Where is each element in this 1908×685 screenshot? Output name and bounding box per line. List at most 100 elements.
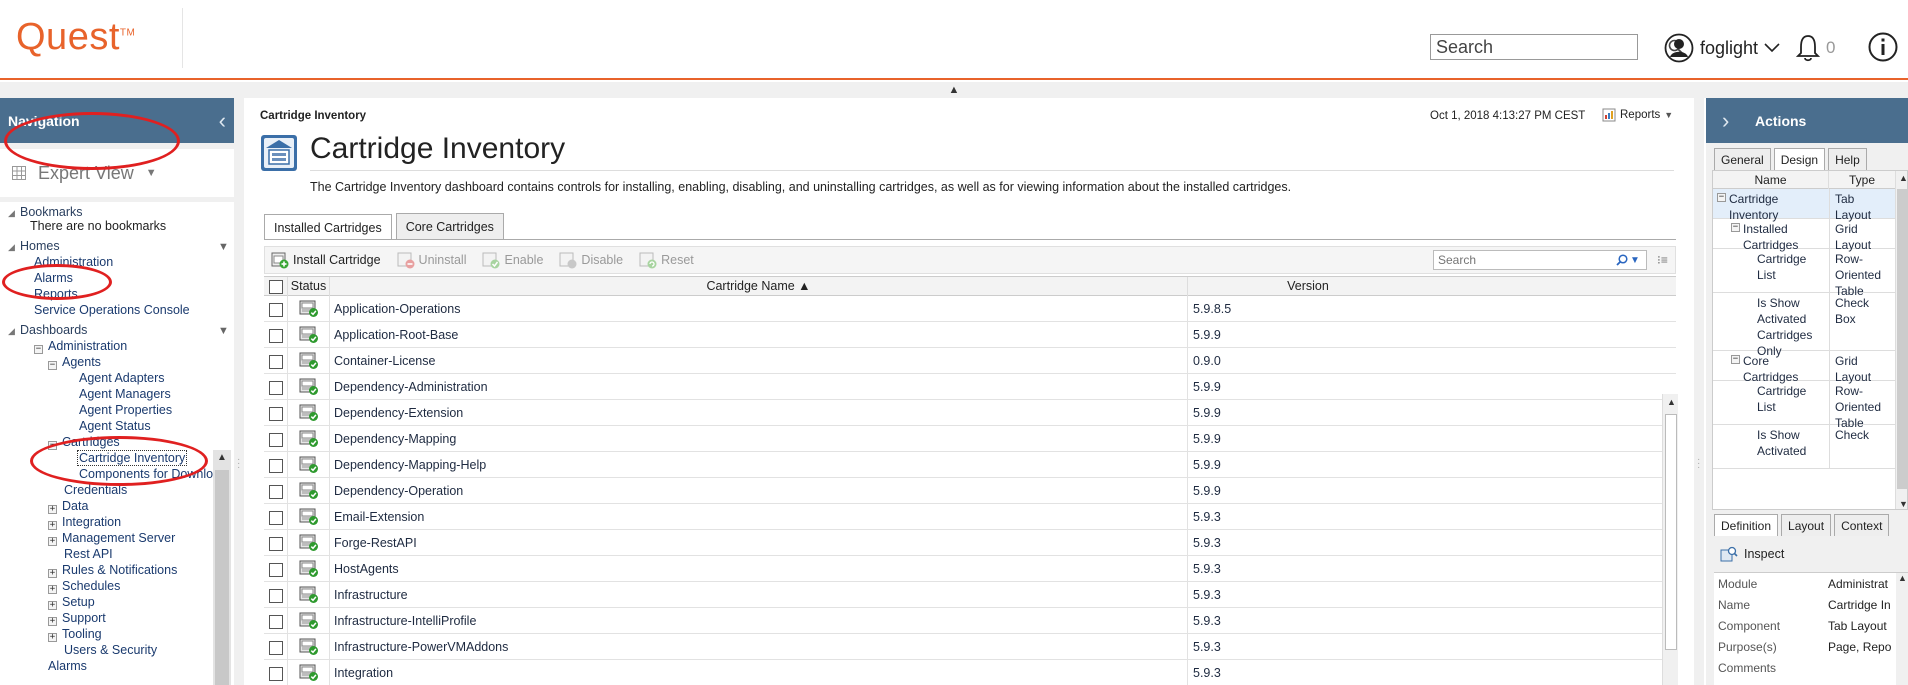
table-row[interactable]: Forge-RestAPI 5.9.3 [264,530,1676,556]
row-checkbox[interactable] [268,614,283,629]
table-row[interactable]: Email-Extension 5.9.3 [264,504,1676,530]
tree-item-schedules[interactable]: + Schedules [48,579,120,594]
design-tree-row[interactable]: Cartridge List Row-Oriented Table [1713,249,1907,298]
tree-item-agent-properties[interactable]: Agent Properties [79,403,172,418]
tree-item-users-security[interactable]: Users & Security [64,643,157,658]
info-icon[interactable] [1868,32,1898,62]
column-header-name[interactable]: Name [1713,171,1829,189]
tab-installed-cartridges[interactable]: Installed Cartridges [264,214,392,240]
design-table-scrollbar[interactable]: ▲ ▼ [1895,171,1907,509]
table-row[interactable]: Infrastructure-PowerVMAddons 5.9.3 [264,634,1676,660]
table-scroll-thumb[interactable] [1665,414,1677,650]
expand-actions-icon[interactable]: › [1722,110,1729,132]
expand-icon[interactable]: + [48,569,57,578]
row-checkbox[interactable] [268,666,283,681]
table-row[interactable]: Application-Root-Base 5.9.9 [264,322,1676,348]
disable-button[interactable]: Disable [559,251,623,269]
expand-icon[interactable]: + [48,537,57,546]
reports-menu[interactable]: Reports ▼ [1602,108,1673,122]
row-checkbox[interactable] [268,588,283,603]
nav-scroll-thumb[interactable] [215,470,229,685]
install-cartridge-button[interactable]: Install Cartridge [271,251,381,269]
column-header-cartridge-name[interactable]: Cartridge Name ▲ [330,277,1188,296]
row-checkbox[interactable] [268,640,283,655]
tab-context[interactable]: Context [1834,514,1890,536]
collapse-icon[interactable]: − [48,441,57,450]
tree-item-data[interactable]: + Data [48,499,88,514]
scroll-down-icon[interactable]: ▼ [1899,499,1907,509]
scroll-up-icon[interactable]: ▲ [1898,573,1907,583]
column-header-version[interactable]: Version [1188,277,1428,296]
tree-item-agent-managers[interactable]: Agent Managers [79,387,171,402]
tree-item-support[interactable]: + Support [48,611,106,626]
right-splitter[interactable]: · · · [1694,98,1704,685]
scroll-up-icon[interactable]: ▲ [1667,397,1676,407]
column-chooser-icon[interactable]: ⁝≡ [1657,253,1668,267]
column-header-type[interactable]: Type [1829,171,1895,189]
tab-help[interactable]: Help [1828,148,1867,170]
table-row[interactable]: Infrastructure-IntelliProfile 5.9.3 [264,608,1676,634]
tree-item-components-for-download[interactable]: Components for Downlo [79,467,213,482]
row-checkbox[interactable] [268,380,283,395]
expand-icon[interactable]: + [48,585,57,594]
select-all-checkbox[interactable] [268,279,283,294]
table-row[interactable]: Dependency-Mapping 5.9.9 [264,426,1676,452]
search-icon[interactable]: ▼ [1616,254,1646,266]
filter-icon[interactable]: ▼ [218,241,229,253]
quest-logo[interactable]: QuestTM [16,16,135,59]
scroll-up-icon[interactable]: ▲ [217,452,227,463]
reset-button[interactable]: Reset [639,251,694,269]
tree-item-alarms[interactable]: Alarms [48,659,87,674]
table-row[interactable]: Dependency-Mapping-Help 5.9.9 [264,452,1676,478]
collapse-icon[interactable]: − [1731,223,1740,232]
design-scroll-thumb[interactable] [1897,189,1907,489]
home-item-service-operations-console[interactable]: Service Operations Console [34,303,190,318]
tree-item-rest-api[interactable]: Rest API [64,547,113,562]
tree-item-management-server[interactable]: + Management Server [48,531,175,546]
tree-item-cartridges[interactable]: − Cartridges [48,435,120,450]
table-row[interactable]: Dependency-Extension 5.9.9 [264,400,1676,426]
scroll-up-icon[interactable]: ▲ [1899,173,1907,183]
collapse-icon[interactable]: − [34,345,43,354]
table-scrollbar[interactable]: ▲ [1662,394,1678,685]
uninstall-button[interactable]: Uninstall [397,251,466,269]
alerts-button[interactable]: 0 [1796,32,1835,64]
table-row[interactable]: Container-License 0.9.0 [264,348,1676,374]
design-tree-row[interactable]: − Cartridge Inventory Tab Layout [1713,189,1907,222]
row-checkbox[interactable] [268,536,283,551]
table-search-input[interactable] [1434,253,1616,267]
user-menu[interactable]: foglight [1664,32,1780,64]
tree-item-integration[interactable]: + Integration [48,515,121,530]
expand-icon[interactable]: + [48,601,57,610]
nav-scrollbar[interactable]: ▲ [213,450,231,685]
home-item-reports[interactable]: Reports [34,287,78,302]
table-row[interactable]: Integration 5.9.3 [264,660,1676,685]
row-checkbox[interactable] [268,432,283,447]
expand-icon[interactable]: + [48,633,57,642]
row-checkbox[interactable] [268,406,283,421]
filter-icon[interactable]: ▼ [218,325,229,337]
row-checkbox[interactable] [268,562,283,577]
tree-item-cartridge-inventory[interactable]: Cartridge Inventory [77,450,188,466]
design-tree-row[interactable]: − Core Cartridges Grid Layout [1713,351,1907,384]
collapse-icon[interactable]: − [1731,355,1740,364]
global-search-input[interactable] [1431,35,1668,59]
design-tree-row[interactable]: Cartridge List Row-Oriented Table [1713,381,1907,430]
header-collapse-toggle[interactable]: ▲ [0,82,1908,98]
collapse-icon[interactable]: − [1717,193,1726,202]
properties-scrollbar[interactable]: ▲ [1896,573,1908,685]
expand-icon[interactable]: + [48,617,57,626]
tree-item-credentials[interactable]: Credentials [64,483,127,498]
row-checkbox[interactable] [268,484,283,499]
tab-core-cartridges[interactable]: Core Cartridges [395,213,504,239]
row-checkbox[interactable] [268,510,283,525]
tree-item-agent-status[interactable]: Agent Status [79,419,151,434]
row-checkbox[interactable] [268,328,283,343]
design-tree-row[interactable]: Is Show Activated Cartridges Only Check B… [1713,293,1907,358]
home-item-alarms[interactable]: Alarms [34,271,73,286]
table-row[interactable]: Infrastructure 5.9.3 [264,582,1676,608]
design-tree-row[interactable]: Is Show Activated Check [1713,425,1907,469]
tree-item-administration[interactable]: − Administration [34,339,127,354]
table-row[interactable]: HostAgents 5.9.3 [264,556,1676,582]
breadcrumb[interactable]: Cartridge Inventory [260,110,366,122]
